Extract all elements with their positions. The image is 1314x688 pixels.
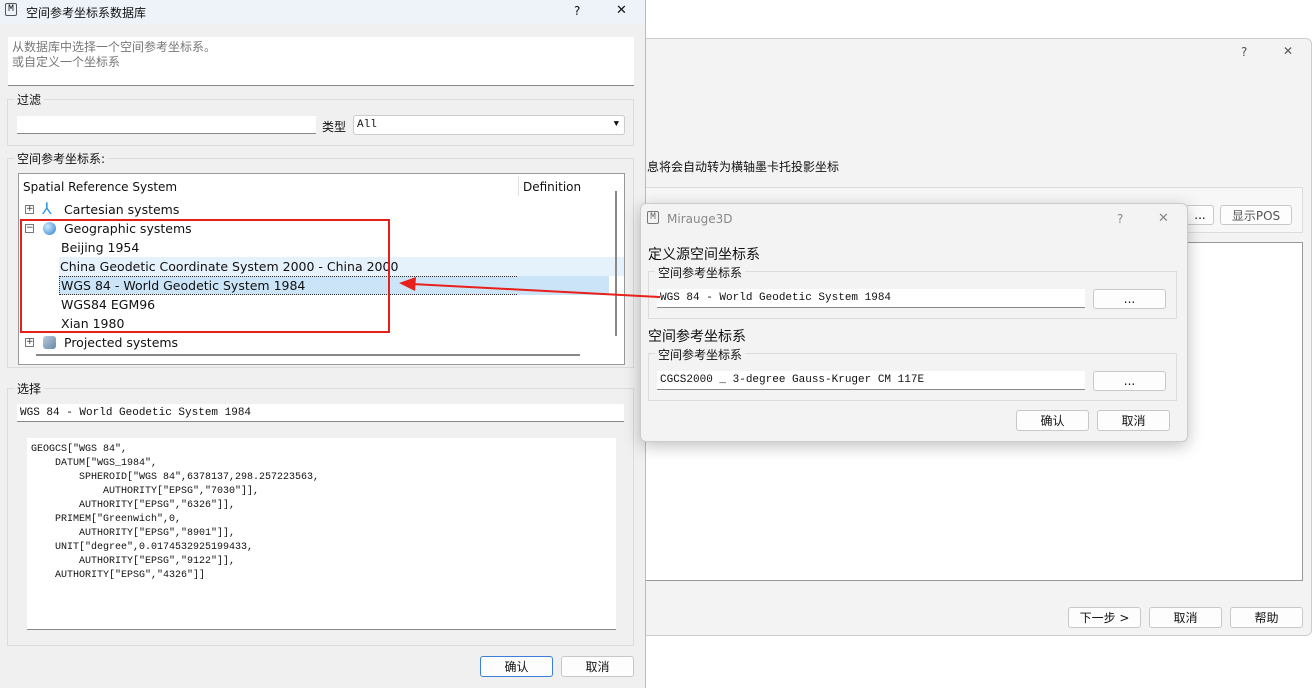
annotation-arrow <box>399 277 661 298</box>
arrow-head <box>399 277 416 291</box>
arrow-shaft <box>411 283 661 298</box>
